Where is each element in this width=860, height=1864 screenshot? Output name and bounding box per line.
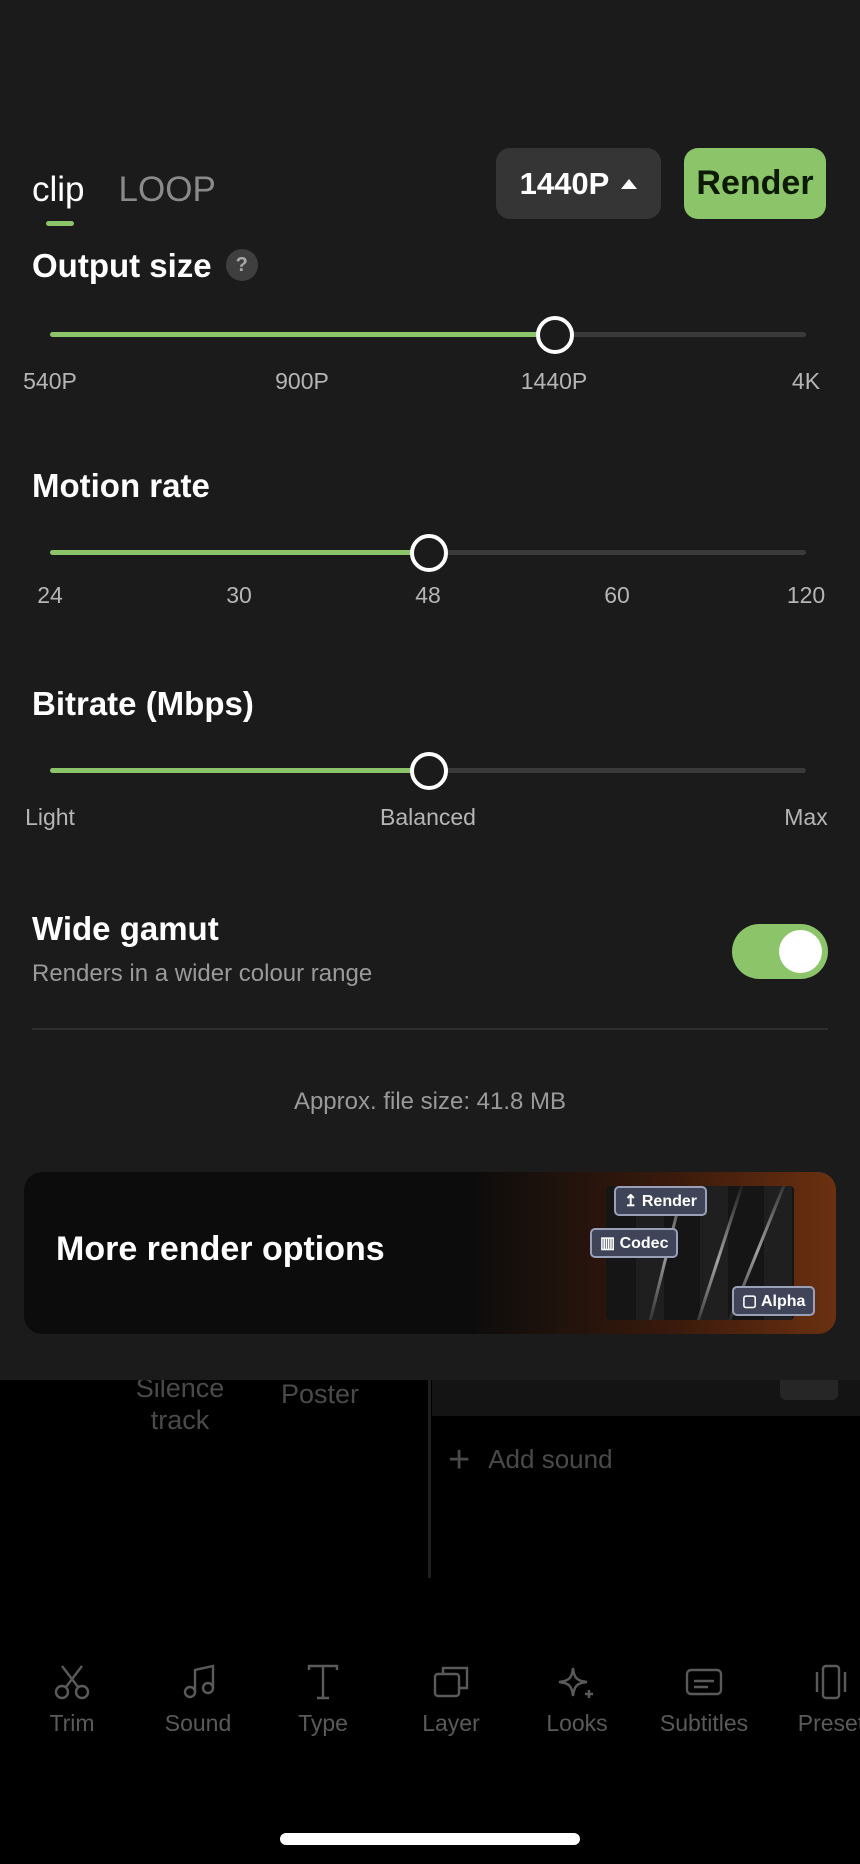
nav-sound-label: Sound bbox=[164, 1710, 232, 1736]
add-sound-button[interactable]: + Add sound bbox=[448, 1438, 613, 1481]
motion-rate-tick: 120 bbox=[786, 582, 826, 608]
grid-icon: ▥ bbox=[600, 1235, 616, 1252]
divider bbox=[32, 1028, 828, 1030]
slider-fill bbox=[50, 550, 428, 555]
audio-track-chip bbox=[780, 1378, 838, 1400]
bitrate-tick: Light bbox=[25, 804, 75, 830]
nav-preset-label: Preset bbox=[797, 1710, 860, 1736]
nav-subtitles[interactable]: Subtitles bbox=[649, 1662, 759, 1737]
render-button-label: Render bbox=[696, 164, 814, 202]
slider-knob[interactable] bbox=[410, 534, 448, 572]
bitrate-title: Bitrate (Mbps) bbox=[32, 684, 254, 724]
output-size-ticks: 540P 900P 1440P 4K bbox=[23, 368, 820, 398]
text-icon bbox=[307, 1664, 339, 1700]
promo-chip-alpha: ▢ Alpha bbox=[732, 1286, 816, 1316]
scissors-icon bbox=[54, 1665, 90, 1700]
poster-tile[interactable]: Poster bbox=[260, 1378, 380, 1410]
sparkle-icon bbox=[558, 1667, 593, 1698]
timeline-divider bbox=[428, 1378, 431, 1578]
plus-icon: + bbox=[448, 1438, 471, 1481]
output-size-slider[interactable] bbox=[50, 316, 806, 354]
tab-clip-label: clip bbox=[32, 170, 85, 209]
upload-icon: ↥ bbox=[624, 1193, 638, 1210]
output-size-tick: 1440P bbox=[520, 368, 588, 394]
wide-gamut-toggle[interactable] bbox=[732, 924, 828, 979]
nav-trim-label: Trim bbox=[49, 1710, 95, 1736]
file-size-estimate: Approx. file size: 41.8 MB bbox=[293, 1088, 567, 1115]
promo-chip-codec: ▥ Codec bbox=[590, 1228, 679, 1258]
motion-rate-tick: 60 bbox=[604, 582, 630, 608]
slider-knob[interactable] bbox=[536, 316, 574, 354]
toggle-knob bbox=[779, 930, 822, 973]
nav-sound[interactable]: Sound bbox=[143, 1662, 253, 1737]
wide-gamut-title: Wide gamut bbox=[32, 910, 219, 947]
add-sound-label: Add sound bbox=[488, 1444, 613, 1474]
tab-loop[interactable]: LOOP bbox=[119, 168, 216, 212]
render-button[interactable]: Render bbox=[684, 148, 826, 219]
output-size-title: Output size? bbox=[32, 246, 258, 286]
more-render-options-banner[interactable]: More render options ↥ Render ▥ Codec ▢ A… bbox=[24, 1172, 836, 1334]
bitrate-tick: Balanced bbox=[380, 804, 476, 830]
tab-loop-label: LOOP bbox=[118, 170, 216, 209]
bitrate-label: Bitrate (Mbps) bbox=[32, 685, 254, 722]
tab-clip[interactable]: clip bbox=[32, 168, 85, 226]
slider-fill bbox=[50, 768, 428, 773]
promo-chip-alpha-label: Alpha bbox=[760, 1293, 806, 1310]
wide-gamut-subtitle: Renders in a wider colour range bbox=[32, 960, 373, 987]
nav-type[interactable]: Type bbox=[268, 1662, 378, 1737]
output-size-label: Output size bbox=[32, 247, 212, 284]
preset-icon bbox=[815, 1664, 847, 1700]
square-icon: ▢ bbox=[742, 1293, 758, 1310]
nav-layer-label: Layer bbox=[422, 1710, 480, 1736]
motion-rate-ticks: 24 30 48 60 120 bbox=[37, 582, 825, 612]
bottom-toolbar: Trim Sound Type Layer Looks Subtitles Pr… bbox=[0, 1662, 860, 1762]
output-size-tick: 4K bbox=[791, 368, 821, 394]
poster-label: Poster bbox=[280, 1379, 360, 1409]
nav-looks[interactable]: Looks bbox=[522, 1662, 632, 1737]
editor-background: Silence track Poster + Add sound bbox=[0, 1373, 860, 1864]
nav-layer[interactable]: Layer bbox=[396, 1662, 506, 1737]
mode-tabs: clip LOOP bbox=[32, 168, 216, 226]
motion-rate-title: Motion rate bbox=[32, 466, 210, 506]
nav-trim[interactable]: Trim bbox=[17, 1662, 127, 1737]
slider-fill bbox=[50, 332, 554, 337]
help-icon[interactable]: ? bbox=[225, 249, 258, 282]
caret-up-icon bbox=[621, 178, 638, 189]
tab-active-indicator bbox=[46, 221, 74, 226]
music-note-icon bbox=[183, 1664, 215, 1699]
output-size-tick: 900P bbox=[275, 368, 329, 394]
promo-chip-render-label: Render bbox=[641, 1193, 697, 1210]
promo-chip-codec-label: Codec bbox=[619, 1235, 669, 1252]
nav-preset[interactable]: Preset bbox=[776, 1662, 860, 1737]
slider-knob[interactable] bbox=[410, 752, 448, 790]
resolution-value: 1440P bbox=[519, 165, 610, 201]
motion-rate-label: Motion rate bbox=[32, 467, 210, 504]
promo-title: More render options bbox=[56, 1230, 385, 1268]
subtitles-icon bbox=[685, 1668, 723, 1696]
motion-rate-slider[interactable] bbox=[50, 534, 806, 572]
layers-icon bbox=[433, 1666, 469, 1698]
motion-rate-tick: 30 bbox=[226, 582, 252, 608]
output-size-tick: 540P bbox=[23, 368, 77, 394]
nav-type-label: Type bbox=[298, 1710, 348, 1736]
motion-rate-tick: 24 bbox=[37, 582, 63, 608]
promo-chip-render: ↥ Render bbox=[614, 1186, 707, 1216]
resolution-dropdown[interactable]: 1440P bbox=[496, 148, 661, 219]
nav-subtitles-label: Subtitles bbox=[659, 1710, 749, 1736]
motion-rate-tick: 48 bbox=[415, 582, 441, 608]
bitrate-slider[interactable] bbox=[50, 752, 806, 790]
render-settings-sheet: clip LOOP 1440P Render Output size? 540P… bbox=[0, 0, 860, 1380]
home-indicator bbox=[280, 1833, 580, 1845]
bitrate-tick: Max bbox=[784, 804, 828, 830]
nav-looks-label: Looks bbox=[546, 1710, 608, 1736]
silence-track-tile[interactable]: Silence track bbox=[120, 1372, 240, 1436]
silence-track-label: Silence track bbox=[135, 1373, 225, 1435]
bitrate-ticks: Light Balanced Max bbox=[25, 804, 828, 834]
